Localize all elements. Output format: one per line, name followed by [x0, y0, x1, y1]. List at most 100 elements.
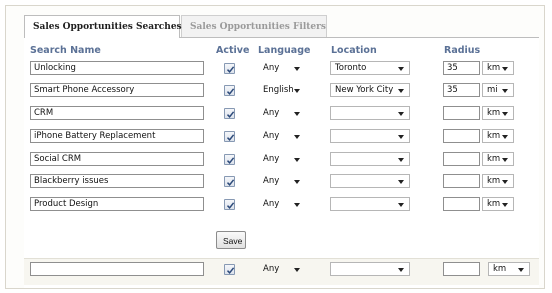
chevron-down-icon	[294, 112, 300, 116]
location-select-value: Toronto	[335, 63, 367, 73]
location-select[interactable]: Toronto	[330, 61, 410, 75]
location-select[interactable]	[330, 129, 410, 143]
chevron-down-icon	[294, 203, 300, 207]
language-select[interactable]: Any	[258, 106, 306, 120]
radius-unit-select[interactable]: km	[488, 262, 530, 276]
search-name-input[interactable]: Blackberry issues	[30, 174, 204, 188]
radius-unit-select-value: km	[493, 264, 507, 274]
search-name-input[interactable]: iPhone Battery Replacement	[30, 129, 204, 143]
search-row: Smart Phone Accessory English New York Cit…	[0, 83, 552, 103]
chevron-down-icon	[398, 180, 404, 184]
language-select[interactable]: English	[258, 83, 306, 97]
search-name-input[interactable]: Unlocking	[30, 61, 204, 75]
search-row: Blackberry issues Any km	[0, 174, 552, 194]
radius-input[interactable]: 35	[443, 83, 480, 97]
language-select-value: Any	[263, 108, 280, 118]
column-header-language: Language	[258, 45, 311, 56]
radius-unit-select[interactable]: km	[482, 197, 514, 211]
search-row: iPhone Battery Replacement Any km	[0, 129, 552, 149]
language-select-value: English	[263, 85, 294, 95]
chevron-down-icon	[502, 135, 508, 139]
search-name-input[interactable]: Social CRM	[30, 152, 204, 166]
save-button[interactable]: Save	[216, 231, 246, 249]
radius-unit-select[interactable]: mi	[482, 83, 514, 97]
radius-unit-select[interactable]: km	[482, 61, 514, 75]
chevron-down-icon	[294, 180, 300, 184]
chevron-down-icon	[398, 67, 404, 71]
radius-unit-select-value: km	[487, 108, 501, 118]
chevron-down-icon	[502, 89, 508, 93]
language-select-value: Any	[263, 176, 280, 186]
chevron-down-icon	[398, 268, 404, 272]
active-checkbox[interactable]	[224, 199, 235, 210]
radius-unit-select[interactable]: km	[482, 106, 514, 120]
radius-unit-select-value: km	[487, 154, 501, 164]
radius-unit-select[interactable]: km	[482, 152, 514, 166]
active-checkbox[interactable]	[224, 176, 235, 187]
radius-input[interactable]	[443, 174, 480, 188]
tab-sales-opportunities-filters[interactable]: Sales Opportunities Filters	[181, 15, 327, 37]
radius-unit-select-value: km	[487, 176, 501, 186]
radius-unit-select-value: km	[487, 131, 501, 141]
chevron-down-icon	[502, 180, 508, 184]
radius-unit-select-value: km	[487, 63, 501, 73]
radius-unit-select-value: km	[487, 199, 501, 209]
radius-unit-select-value: mi	[487, 85, 498, 95]
radius-input[interactable]	[443, 197, 480, 211]
chevron-down-icon	[294, 89, 300, 93]
radius-input[interactable]	[443, 152, 480, 166]
tab-sales-opportunities-searches[interactable]: Sales Opportunities Searches	[24, 15, 182, 38]
chevron-down-icon	[294, 268, 300, 272]
location-select[interactable]	[330, 106, 410, 120]
search-name-input[interactable]	[30, 262, 204, 276]
location-select[interactable]: New York City	[330, 83, 410, 97]
language-select-value: Any	[263, 131, 280, 141]
language-select[interactable]: Any	[258, 197, 306, 211]
radius-input[interactable]: 35	[443, 61, 480, 75]
search-name-input[interactable]: CRM	[30, 106, 204, 120]
radius-input[interactable]	[443, 129, 480, 143]
language-select-value: Any	[263, 199, 280, 209]
language-select[interactable]: Any	[258, 129, 306, 143]
active-checkbox[interactable]	[224, 63, 235, 74]
active-checkbox[interactable]	[224, 131, 235, 142]
chevron-down-icon	[502, 158, 508, 162]
chevron-down-icon	[294, 67, 300, 71]
chevron-down-icon	[502, 203, 508, 207]
chevron-down-icon	[294, 158, 300, 162]
radius-input[interactable]	[443, 262, 480, 276]
location-select[interactable]	[330, 152, 410, 166]
search-name-input[interactable]: Product Design	[30, 197, 204, 211]
language-select[interactable]: Any	[258, 152, 306, 166]
chevron-down-icon	[398, 89, 404, 93]
language-select[interactable]: Any	[258, 174, 306, 188]
location-select-value: New York City	[335, 85, 394, 95]
language-select[interactable]: Any	[258, 262, 306, 276]
language-select-value: Any	[263, 63, 280, 73]
chevron-down-icon	[398, 112, 404, 116]
radius-unit-select[interactable]: km	[482, 174, 514, 188]
search-row: Unlocking Any Toronto 35 km	[0, 61, 552, 81]
location-select[interactable]	[330, 197, 410, 211]
location-select[interactable]	[330, 262, 410, 276]
active-checkbox[interactable]	[224, 264, 235, 275]
new-search-row-fields: Any km	[0, 262, 552, 282]
active-checkbox[interactable]	[224, 85, 235, 96]
radius-unit-select[interactable]: km	[482, 129, 514, 143]
chevron-down-icon	[502, 112, 508, 116]
search-row: Social CRM Any km	[0, 152, 552, 172]
location-select[interactable]	[330, 174, 410, 188]
language-select[interactable]: Any	[258, 61, 306, 75]
search-row: Product Design Any km	[0, 197, 552, 217]
column-header-location: Location	[331, 45, 377, 56]
column-header-radius: Radius	[444, 45, 481, 56]
active-checkbox[interactable]	[224, 108, 235, 119]
chevron-down-icon	[398, 203, 404, 207]
chevron-down-icon	[398, 135, 404, 139]
radius-input[interactable]	[443, 106, 480, 120]
column-header-active: Active	[216, 45, 250, 56]
chevron-down-icon	[502, 67, 508, 71]
chevron-down-icon	[398, 158, 404, 162]
active-checkbox[interactable]	[224, 154, 235, 165]
search-name-input[interactable]: Smart Phone Accessory	[30, 83, 204, 97]
